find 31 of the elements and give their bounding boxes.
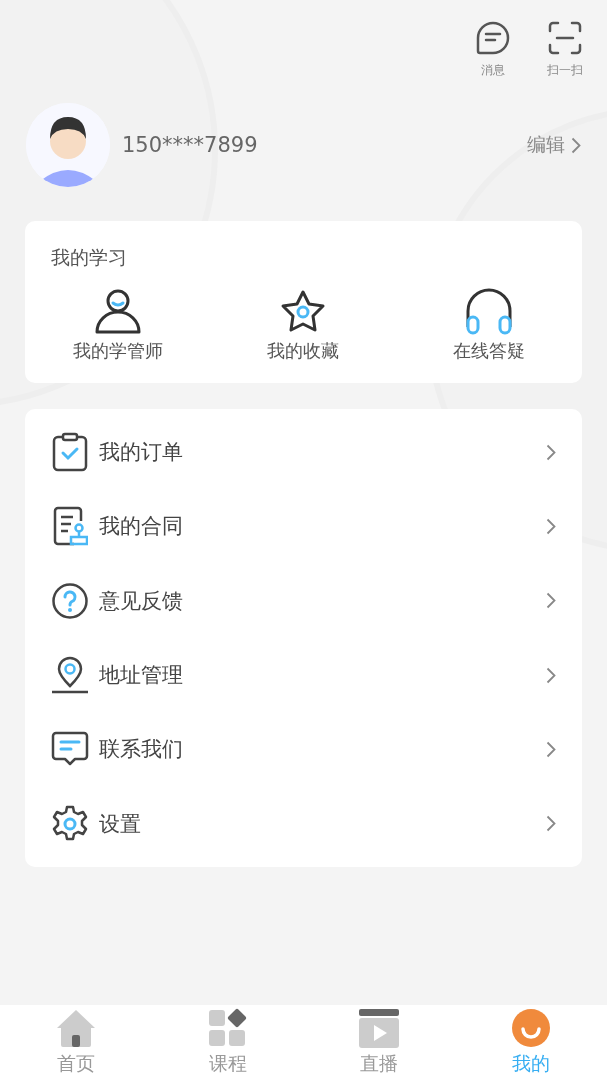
- house-icon: [55, 1008, 96, 1048]
- location-pin-icon: [51, 656, 89, 695]
- menu-item[interactable]: 联系我们: [25, 712, 582, 787]
- menu-item[interactable]: 我的合同: [25, 489, 582, 564]
- chevron-right-icon: [546, 666, 556, 684]
- chevron-right-icon: [571, 136, 581, 154]
- study-shortcut[interactable]: 我的学管师: [25, 285, 211, 363]
- phone-number: 150****7899: [122, 133, 259, 157]
- scan-icon: [547, 20, 583, 56]
- chevron-right-icon: [546, 443, 556, 461]
- chat-bubble-icon: [475, 20, 511, 56]
- grid-icon: [207, 1008, 248, 1048]
- person-icon: [93, 287, 142, 335]
- chevron-right-icon: [546, 517, 556, 535]
- chevron-right-icon: [546, 815, 556, 833]
- section-title: 我的学习: [50, 245, 128, 270]
- chevron-right-icon: [546, 740, 556, 758]
- menu-item[interactable]: 设置: [25, 786, 582, 861]
- document-stamp-icon: [52, 506, 88, 547]
- study-shortcut[interactable]: 我的收藏: [210, 285, 397, 363]
- person-tab-icon: [511, 1008, 552, 1048]
- menu-item[interactable]: 地址管理: [25, 637, 582, 713]
- menu-item[interactable]: 我的订单: [25, 415, 582, 490]
- question-circle-icon: [51, 581, 89, 620]
- chevron-right-icon: [546, 592, 556, 610]
- study-shortcut[interactable]: 在线答疑: [396, 285, 582, 363]
- menu-item[interactable]: 意见反馈: [25, 563, 582, 638]
- headphones-icon: [464, 287, 515, 335]
- settings-icon: [51, 804, 89, 843]
- video-clapper-icon: [359, 1008, 400, 1048]
- clipboard-check-icon: [52, 432, 88, 473]
